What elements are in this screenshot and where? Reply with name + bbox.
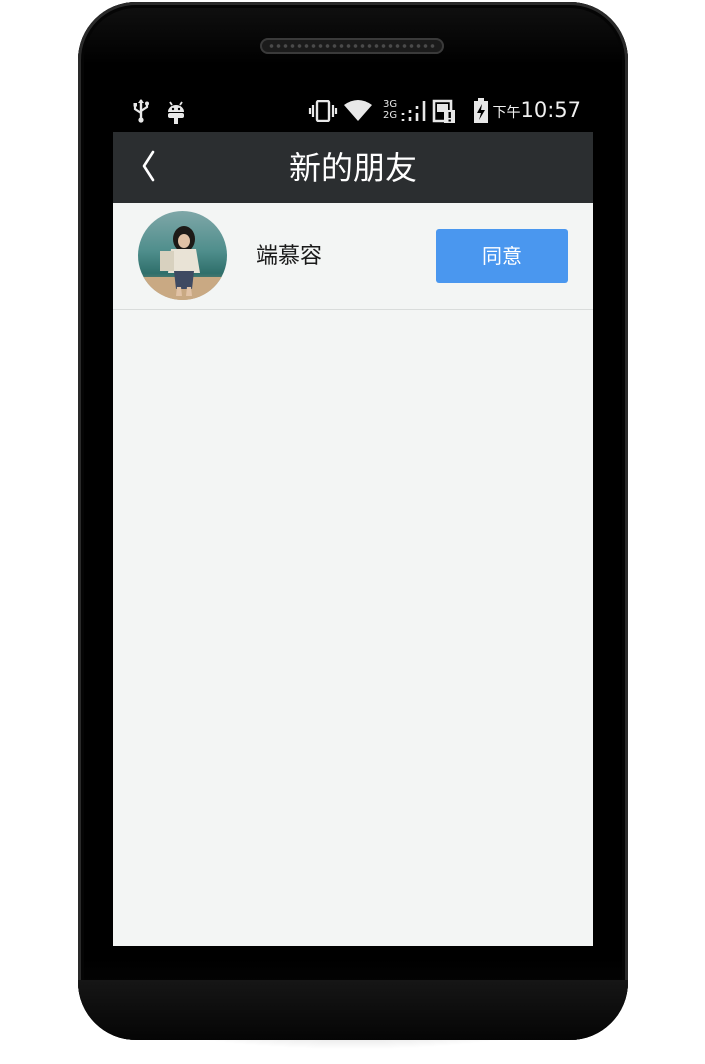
network-type-bottom: 2G	[383, 110, 398, 121]
network-type-top: 3G	[383, 99, 398, 110]
signal-icon	[401, 101, 426, 121]
phone-bottom-edge	[78, 980, 628, 1040]
wifi-icon	[344, 100, 372, 121]
status-clock: 下午10:57	[492, 98, 581, 122]
earpiece-speaker	[260, 38, 444, 54]
network-type: 3G 2G	[383, 99, 399, 121]
vibrate-icon	[308, 100, 338, 122]
usb-icon	[133, 99, 149, 123]
clock-ampm: 下午	[492, 105, 521, 121]
app-screen: 新的朋友 端慕容 同意	[113, 132, 593, 946]
page-title: 新的朋友	[288, 149, 417, 187]
agree-button[interactable]: 同意	[436, 229, 568, 283]
sim-alert-icon	[432, 99, 455, 123]
android-debug-icon	[168, 101, 184, 124]
title-bar: 新的朋友	[113, 132, 593, 203]
friend-name: 端慕容	[256, 244, 323, 269]
battery-charging-icon	[474, 98, 488, 123]
avatar-photo	[138, 211, 227, 300]
status-bar: 3G 2G 下午10:57	[113, 90, 593, 132]
friend-request-row: 端慕容 同意	[113, 203, 593, 310]
clock-time: 10:57	[520, 98, 581, 122]
avatar[interactable]	[138, 211, 227, 300]
